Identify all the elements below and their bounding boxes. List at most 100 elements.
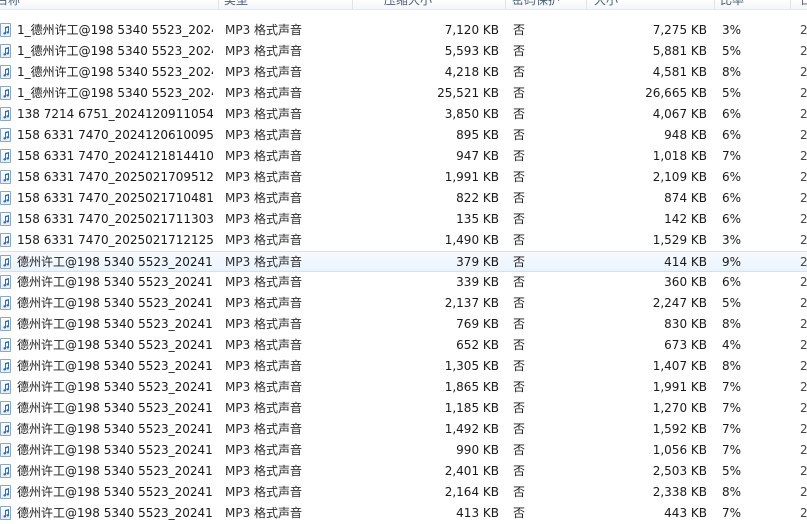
column-header-name[interactable]: 名称 xyxy=(0,0,20,9)
file-name: 138 7214 6751_20241209110545 xyxy=(17,107,213,121)
file-row[interactable]: 德州许工@198 5340 5523_202412 MP3 格式声音 1,305 K… xyxy=(0,356,807,377)
file-type: MP3 格式声音 xyxy=(225,44,303,58)
file-row[interactable]: 158 6331 7470_20250217095121 MP3 格式声音 1,99… xyxy=(0,167,807,188)
encrypted-flag: 否 xyxy=(513,317,526,331)
file-row[interactable]: 德州许工@198 5340 5523_202412 MP3 格式声音 1,865 K… xyxy=(0,377,807,398)
compression-ratio: 8% xyxy=(722,485,742,499)
compressed-size: 1,991 KB xyxy=(444,170,499,184)
compressed-size: 379 KB xyxy=(456,255,499,269)
file-type: MP3 格式声音 xyxy=(225,485,303,499)
file-name: 158 6331 7470_20250217104811 xyxy=(17,191,213,205)
file-type: MP3 格式声音 xyxy=(225,443,303,457)
file-size: 360 KB xyxy=(664,275,707,289)
column-divider[interactable] xyxy=(218,0,219,9)
file-type: MP3 格式声音 xyxy=(225,338,303,352)
file-size: 2,247 KB xyxy=(652,296,707,310)
file-size: 948 KB xyxy=(664,128,707,142)
audio-file-icon xyxy=(0,104,14,125)
file-row[interactable]: 158 6331 7470_20241218144101 MP3 格式声音 947 … xyxy=(0,146,807,167)
compression-ratio: 5% xyxy=(722,86,742,100)
file-size: 1,407 KB xyxy=(652,359,707,373)
file-size: 673 KB xyxy=(664,338,707,352)
compression-ratio: 5% xyxy=(722,296,742,310)
compressed-size: 769 KB xyxy=(456,317,499,331)
file-type: MP3 格式声音 xyxy=(225,506,303,520)
audio-file-icon xyxy=(0,167,14,188)
file-row[interactable]: 德州许工@198 5340 5523_202412 MP3 格式声音 990 KB 否… xyxy=(0,440,807,461)
file-size: 1,592 KB xyxy=(652,422,707,436)
compressed-size: 2,164 KB xyxy=(444,485,499,499)
column-header-ratio[interactable]: 比率 xyxy=(720,0,744,9)
encrypted-flag: 否 xyxy=(513,149,526,163)
compressed-size: 7,120 KB xyxy=(444,23,499,37)
file-row[interactable]: 德州许工@198 5340 5523_202412 MP3 格式声音 769 KB 否… xyxy=(0,314,807,335)
file-row[interactable]: 德州许工@198 5340 5523_202412 MP3 格式声音 339 KB 否… xyxy=(0,272,807,293)
compressed-size: 2,401 KB xyxy=(444,464,499,478)
file-row[interactable]: 德州许工@198 5340 5523_202412 MP3 格式声音 2,137 K… xyxy=(0,293,807,314)
file-row[interactable]: 德州许工@198 5340 5523_202412 MP3 格式声音 652 KB 否… xyxy=(0,335,807,356)
file-type: MP3 格式声音 xyxy=(225,275,303,289)
file-size: 2,503 KB xyxy=(652,464,707,478)
file-name: 德州许工@198 5340 5523_202412 xyxy=(17,443,213,457)
file-name: 158 6331 7470_20241218144101 xyxy=(17,149,213,163)
file-name: 158 6331 7470_20241206100951 xyxy=(17,128,213,142)
file-row[interactable]: 158 6331 7470_20250217113031 MP3 格式声音 135 … xyxy=(0,209,807,230)
file-type: MP3 格式声音 xyxy=(225,191,303,205)
file-row[interactable]: 德州许工@198 5340 5523_202412 MP3 格式声音 2,164 K… xyxy=(0,482,807,503)
audio-file-icon xyxy=(0,230,14,251)
encrypted-flag: 否 xyxy=(513,255,526,269)
column-header-compressed-size[interactable]: 压缩大小 xyxy=(384,0,432,9)
file-list: 1_德州许工@198 5340 5523_20241 MP3 格式声音 7,120 … xyxy=(0,20,807,524)
file-row[interactable]: 德州许工@198 5340 5523_202412 MP3 格式声音 379 KB 否… xyxy=(0,251,807,272)
compression-ratio: 7% xyxy=(722,443,742,457)
file-size: 5,881 KB xyxy=(652,44,707,58)
column-divider[interactable] xyxy=(714,0,715,9)
compression-ratio: 6% xyxy=(722,212,742,226)
column-divider[interactable] xyxy=(790,0,791,9)
file-size: 1,529 KB xyxy=(652,233,707,247)
file-row[interactable]: 1_德州许工@198 5340 5523_20241 MP3 格式声音 5,593 … xyxy=(0,41,807,62)
column-header-size[interactable]: 大小 xyxy=(594,0,618,9)
compression-ratio: 6% xyxy=(722,191,742,205)
file-size: 443 KB xyxy=(664,506,707,520)
column-divider[interactable] xyxy=(352,0,353,9)
compression-ratio: 5% xyxy=(722,464,742,478)
audio-file-icon xyxy=(0,125,14,146)
column-divider[interactable] xyxy=(586,0,587,9)
file-type: MP3 格式声音 xyxy=(225,86,303,100)
audio-file-icon xyxy=(0,20,14,41)
extra-column-value: 2 xyxy=(800,422,807,436)
column-header-encrypted[interactable]: 密码保护 xyxy=(512,0,560,9)
compressed-size: 990 KB xyxy=(456,443,499,457)
column-header-type[interactable]: 类型 xyxy=(224,0,248,9)
column-divider[interactable] xyxy=(505,0,506,9)
file-type: MP3 格式声音 xyxy=(225,149,303,163)
encrypted-flag: 否 xyxy=(513,107,526,121)
file-row[interactable]: 德州许工@198 5340 5523_202412 MP3 格式声音 1,185 K… xyxy=(0,398,807,419)
file-row[interactable]: 1_德州许工@198 5340 5523_20241 MP3 格式声音 4,218 … xyxy=(0,62,807,83)
file-row[interactable]: 1_德州许工@198 5340 5523_20241 MP3 格式声音 7,120 … xyxy=(0,20,807,41)
file-row[interactable]: 1_德州许工@198 5340 5523_20241 MP3 格式声音 25,521… xyxy=(0,83,807,104)
encrypted-flag: 否 xyxy=(513,338,526,352)
audio-file-icon xyxy=(0,440,14,461)
file-name: 1_德州许工@198 5340 5523_20241 xyxy=(17,23,213,37)
file-row[interactable]: 138 7214 6751_20241209110545 MP3 格式声音 3,85… xyxy=(0,104,807,125)
extra-column-value: 2 xyxy=(800,296,807,310)
file-row[interactable]: 158 6331 7470_20241206100951 MP3 格式声音 895 … xyxy=(0,125,807,146)
compressed-size: 1,490 KB xyxy=(444,233,499,247)
compressed-size: 1,185 KB xyxy=(444,401,499,415)
audio-file-icon xyxy=(0,209,14,230)
audio-file-icon xyxy=(0,62,14,83)
file-row[interactable]: 德州许工@198 5340 5523_202412 MP3 格式声音 1,492 K… xyxy=(0,419,807,440)
compressed-size: 3,850 KB xyxy=(444,107,499,121)
compressed-size: 5,593 KB xyxy=(444,44,499,58)
file-row[interactable]: 德州许工@198 5340 5523_202412 MP3 格式声音 413 KB 否… xyxy=(0,503,807,524)
extra-column-value: 2 xyxy=(800,317,807,331)
file-row[interactable]: 158 6331 7470_20250217121251 MP3 格式声音 1,49… xyxy=(0,230,807,251)
file-row[interactable]: 德州许工@198 5340 5523_202412 MP3 格式声音 2,401 K… xyxy=(0,461,807,482)
extra-column-value: 2 xyxy=(800,380,807,394)
column-header-extra[interactable]: 日 xyxy=(800,0,807,9)
compressed-size: 1,305 KB xyxy=(444,359,499,373)
file-row[interactable]: 158 6331 7470_20250217104811 MP3 格式声音 822 … xyxy=(0,188,807,209)
file-name: 德州许工@198 5340 5523_202412 xyxy=(17,380,213,394)
